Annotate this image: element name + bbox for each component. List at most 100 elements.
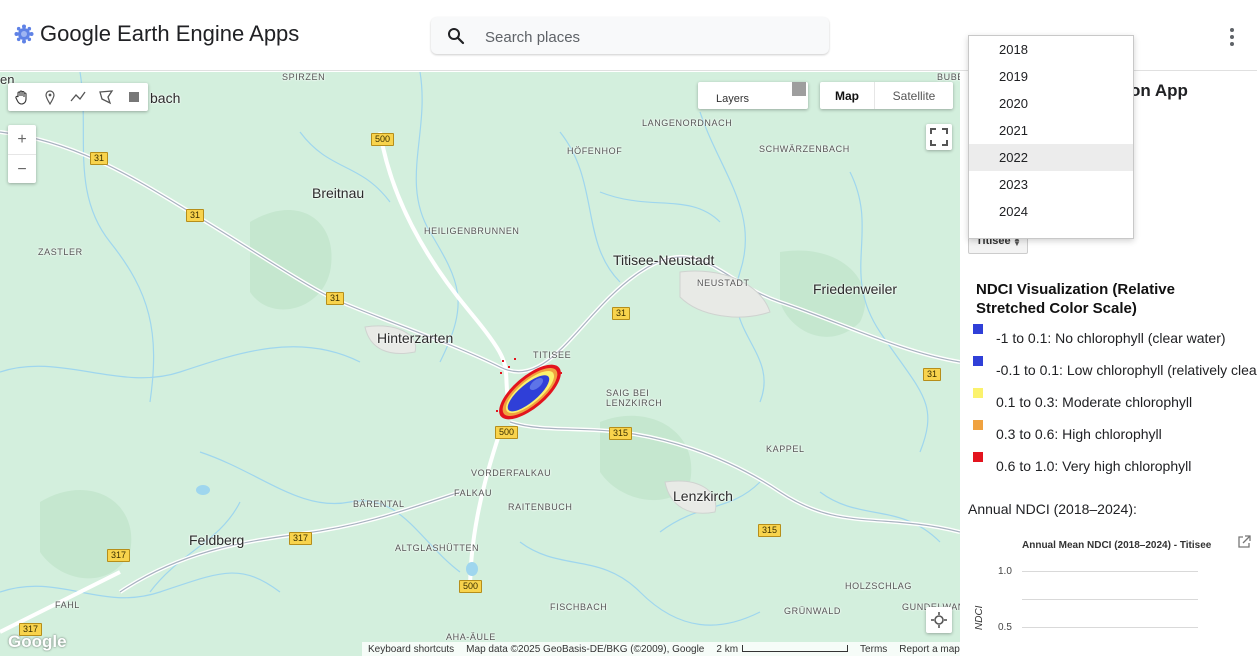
- place-label: TITISEE: [533, 350, 572, 360]
- terms-link[interactable]: Terms: [854, 644, 893, 655]
- place-label: Lenzkirch: [673, 488, 733, 504]
- year-option[interactable]: 2021: [969, 117, 1133, 144]
- legend-item: 0.3 to 0.6: High chlorophyll: [973, 420, 1257, 442]
- rectangle-draw-icon[interactable]: [120, 83, 148, 111]
- more-options-icon[interactable]: [1222, 26, 1242, 48]
- search-icon[interactable]: [447, 27, 465, 45]
- report-map-error-link[interactable]: Report a map error: [893, 644, 960, 655]
- place-label: KAPPEL: [766, 444, 805, 454]
- route-shield: 500: [495, 426, 519, 439]
- google-logo: Google: [8, 632, 67, 651]
- chart-gridline: [1022, 627, 1198, 628]
- pan-hand-icon[interactable]: [8, 83, 36, 111]
- legend-swatch: [973, 388, 983, 398]
- route-shield: 31: [186, 209, 205, 222]
- route-shield: 315: [758, 524, 782, 537]
- chart-gridline: [1022, 599, 1198, 600]
- zoom-out-button[interactable]: −: [8, 155, 36, 184]
- place-label: FALKAU: [454, 488, 493, 498]
- map-type-satellite-button[interactable]: Satellite: [875, 82, 953, 109]
- place-label: LANGENORDNACH: [642, 118, 733, 128]
- year-option[interactable]: 2024: [969, 198, 1133, 225]
- place-label: bach: [150, 90, 181, 106]
- route-shield: 317: [289, 532, 313, 545]
- place-label: HOLZSCHLAG: [845, 581, 913, 591]
- route-shield: 315: [609, 427, 633, 440]
- line-draw-icon[interactable]: [64, 83, 92, 111]
- place-label: SAIG BEI LENZKIRCH: [606, 388, 663, 408]
- y-tick-label: 0.5: [998, 622, 1012, 633]
- route-shield: 500: [459, 580, 483, 593]
- place-label: Feldberg: [189, 532, 245, 548]
- route-shield: 31: [326, 292, 345, 305]
- place-label: SCHWÄRZENBACH: [759, 144, 850, 154]
- place-label: BUBE: [937, 72, 960, 82]
- place-label: ZASTLER: [38, 247, 83, 257]
- legend-item: -1 to 0.1: No chlorophyll (clear water): [973, 324, 1257, 346]
- open-in-new-icon[interactable]: [1237, 535, 1251, 549]
- legend-label: 0.1 to 0.3: Moderate chlorophyll: [996, 394, 1193, 410]
- chart-title: Annual Mean NDCI (2018–2024) - Titisee: [1022, 540, 1212, 551]
- place-label: BÄRENTAL: [353, 499, 405, 509]
- map-data-credit: Map data ©2025 GeoBasis-DE/BKG (©2009), …: [466, 643, 705, 655]
- panel-title: on App: [1130, 81, 1188, 100]
- legend-label: -1 to 0.1: No chlorophyll (clear water): [996, 330, 1226, 346]
- route-shield: 500: [371, 133, 395, 146]
- marker-pin-icon[interactable]: [36, 83, 64, 111]
- legend-swatch: [973, 452, 983, 462]
- polygon-draw-icon[interactable]: [92, 83, 120, 111]
- place-label: Titisee-Neustadt: [613, 252, 715, 268]
- legend-title: NDCI Visualization (Relative Stretched C…: [976, 281, 1175, 317]
- place-label: Friedenweiler: [813, 281, 898, 297]
- place-label: NEUSTADT: [697, 278, 750, 288]
- place-label: ALTGLASHÜTTEN: [395, 543, 480, 553]
- year-option[interactable]: 2018: [969, 36, 1133, 63]
- map-attribution: Keyboard shortcuts Map data ©2025 GeoBas…: [362, 642, 960, 656]
- route-shield: 31: [923, 368, 942, 381]
- legend-item: 0.1 to 0.3: Moderate chlorophyll: [973, 388, 1257, 410]
- place-label: VORDERFALKAU: [471, 468, 552, 478]
- place-label: FISCHBACH: [550, 602, 608, 612]
- place-label: HEILIGENBRUNNEN: [424, 226, 520, 236]
- place-label: HÖFENHOF: [567, 146, 623, 156]
- map-type-map-button[interactable]: Map: [820, 82, 875, 109]
- y-tick-label: 1.0: [998, 566, 1012, 577]
- scale-label: 2 km: [716, 643, 739, 655]
- place-label: Hinterzarten: [377, 330, 454, 346]
- place-label: FAHL: [55, 600, 80, 610]
- map-canvas[interactable]: SPIRZEN LANGENORDNACH HÖFENHOF SCHWÄRZEN…: [0, 72, 960, 656]
- year-option-highlighted[interactable]: 2022: [969, 144, 1133, 171]
- keyboard-shortcuts-link[interactable]: Keyboard shortcuts: [362, 644, 460, 655]
- year-option[interactable]: 2020: [969, 90, 1133, 117]
- search-box[interactable]: [431, 17, 829, 54]
- legend-label: -0.1 to 0.1: Low chlorophyll (relatively…: [996, 362, 1257, 378]
- layers-toggle-icon[interactable]: [792, 82, 806, 96]
- chart-heading: Annual NDCI (2018–2024):: [968, 501, 1137, 517]
- route-shield: 31: [90, 152, 109, 165]
- year-dropdown[interactable]: 2018 2019 2020 2021 2022 2023 2024: [968, 35, 1134, 239]
- map-type-control: Map Satellite: [820, 82, 953, 109]
- scale-bar[interactable]: 2 km: [710, 644, 854, 655]
- legend-swatch: [973, 420, 983, 430]
- camera-control-icon[interactable]: [926, 607, 952, 633]
- search-input[interactable]: [483, 25, 817, 49]
- legend-swatch: [973, 324, 983, 334]
- place-label: GRÜNWALD: [784, 606, 841, 616]
- place-label: SPIRZEN: [282, 72, 326, 82]
- zoom-in-button[interactable]: +: [8, 125, 36, 155]
- place-label: Breitnau: [312, 185, 365, 201]
- map-terrain: [0, 72, 960, 656]
- fullscreen-icon[interactable]: [926, 124, 952, 150]
- year-option[interactable]: 2019: [969, 63, 1133, 90]
- route-shield: 31: [612, 307, 631, 320]
- chart-gridline: [1022, 571, 1198, 572]
- year-option[interactable]: 2023: [969, 171, 1133, 198]
- y-axis-label: NDCI: [974, 605, 985, 630]
- legend-item: -0.1 to 0.1: Low chlorophyll (relatively…: [973, 356, 1257, 378]
- earth-engine-logo-icon: [14, 24, 34, 44]
- app-title[interactable]: Google Earth Engine Apps: [40, 21, 299, 47]
- ndci-chart: Annual Mean NDCI (2018–2024) - Titisee 1…: [968, 530, 1257, 656]
- layers-button[interactable]: Layers: [698, 82, 808, 109]
- legend-swatch: [973, 356, 983, 366]
- legend-label: 0.3 to 0.6: High chlorophyll: [996, 426, 1162, 442]
